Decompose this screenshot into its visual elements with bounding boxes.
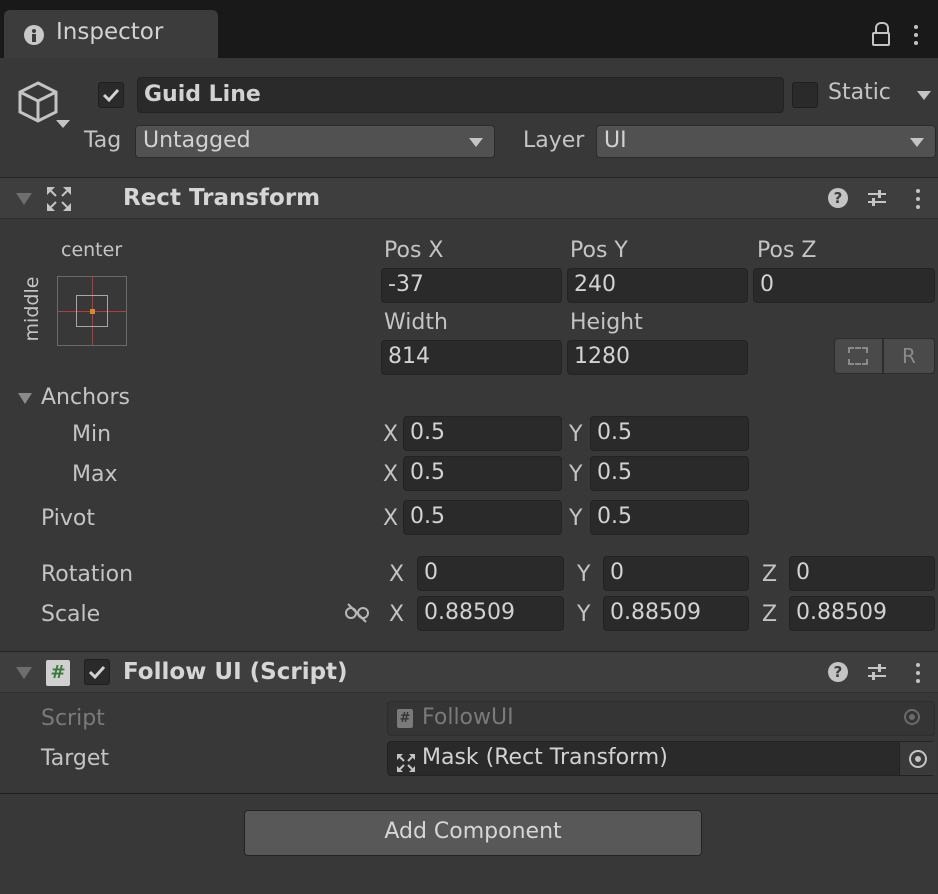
axis-z-label: Z — [762, 562, 778, 587]
blueprint-mode-button[interactable] — [834, 338, 883, 374]
raw-edit-button[interactable]: R — [883, 338, 935, 374]
scale-y-field[interactable]: 0.88509 — [603, 596, 749, 631]
axis-y-label: Y — [569, 462, 583, 487]
axis-x-label: X — [383, 462, 399, 487]
rect-transform-title: Rect Transform — [123, 185, 321, 211]
axis-x-label: X — [383, 422, 399, 447]
preset-icon[interactable] — [866, 661, 888, 683]
anchors-max-label: Max — [72, 462, 118, 487]
unlinked-chain-icon[interactable] — [344, 602, 370, 624]
axis-y-label: Y — [577, 562, 591, 587]
static-checkbox[interactable] — [792, 82, 818, 108]
script-value: FollowUI — [422, 705, 514, 730]
anchor-max-y-field[interactable]: 0.5 — [590, 456, 749, 491]
target-value: Mask (Rect Transform) — [422, 745, 668, 770]
chevron-down-icon — [469, 138, 483, 147]
anchors-label[interactable]: Anchors — [41, 385, 130, 410]
target-field[interactable]: Mask (Rect Transform) — [387, 741, 936, 776]
scale-label: Scale — [41, 602, 101, 627]
help-icon[interactable]: ? — [828, 188, 848, 208]
anchors-min-label: Min — [72, 422, 112, 447]
chevron-down-icon[interactable] — [56, 120, 70, 128]
static-label: Static — [828, 80, 891, 105]
blueprint-icon — [848, 347, 868, 365]
follow-ui-enabled-checkbox[interactable] — [84, 659, 110, 685]
object-picker-icon — [904, 709, 920, 725]
script-label: Script — [41, 706, 105, 731]
tag-label: Tag — [84, 128, 122, 153]
axis-z-label: Z — [762, 602, 778, 627]
anchor-max-x-field[interactable]: 0.5 — [403, 456, 562, 491]
tag-dropdown[interactable]: Untagged — [135, 125, 495, 158]
axis-y-label: Y — [569, 506, 583, 531]
follow-ui-title: Follow UI (Script) — [123, 659, 348, 685]
width-field[interactable]: 814 — [381, 340, 562, 375]
layer-dropdown[interactable]: UI — [596, 125, 936, 158]
pos-x-field[interactable]: -37 — [381, 268, 562, 303]
pos-x-label: Pos X — [384, 238, 444, 263]
tag-value: Untagged — [143, 128, 251, 153]
layer-value: UI — [604, 128, 627, 153]
gameobject-name-field[interactable]: Guid Line — [137, 77, 784, 113]
component-menu-icon[interactable] — [916, 189, 920, 213]
add-component-button[interactable]: Add Component — [244, 810, 702, 856]
script-icon: # — [46, 660, 70, 686]
foldout-arrow-icon[interactable] — [16, 667, 32, 679]
axis-y-label: Y — [577, 602, 591, 627]
gameobject-cube-icon[interactable] — [16, 80, 60, 124]
rotation-z-field[interactable]: 0 — [789, 556, 935, 591]
height-label: Height — [570, 310, 643, 335]
anchor-preset-button[interactable] — [57, 276, 127, 346]
anchor-min-y-field[interactable]: 0.5 — [590, 416, 749, 451]
pos-y-label: Pos Y — [570, 238, 628, 263]
object-picker-button[interactable] — [899, 742, 936, 775]
anchors-foldout-icon[interactable] — [18, 393, 32, 404]
foldout-arrow-icon[interactable] — [16, 193, 32, 205]
tab-title: Inspector — [56, 19, 164, 45]
height-field[interactable]: 1280 — [567, 340, 748, 375]
rotation-x-field[interactable]: 0 — [417, 556, 564, 591]
pivot-y-field[interactable]: 0.5 — [590, 500, 749, 535]
anchor-horizontal-label: center — [61, 239, 123, 261]
pos-y-field[interactable]: 240 — [567, 268, 748, 303]
active-checkbox[interactable] — [98, 82, 124, 108]
chevron-down-icon — [910, 138, 924, 147]
pivot-label: Pivot — [41, 506, 96, 531]
anchor-min-x-field[interactable]: 0.5 — [403, 416, 562, 451]
rect-transform-icon — [397, 750, 415, 772]
lock-icon[interactable] — [872, 22, 890, 46]
rotation-y-field[interactable]: 0 — [603, 556, 749, 591]
axis-y-label: Y — [569, 422, 583, 447]
object-picker-icon — [909, 750, 927, 768]
axis-x-label: X — [389, 562, 405, 587]
script-field: FollowUI # — [387, 701, 935, 736]
target-label: Target — [41, 746, 110, 771]
layer-label: Layer — [523, 128, 585, 153]
script-file-icon: # — [397, 709, 413, 728]
components-divider — [0, 793, 938, 794]
scale-x-field[interactable]: 0.88509 — [417, 596, 564, 631]
component-menu-icon[interactable] — [916, 663, 920, 687]
help-icon[interactable]: ? — [828, 662, 848, 682]
anchor-vertical-label: middle — [21, 276, 43, 342]
pos-z-label: Pos Z — [757, 238, 817, 263]
pivot-x-field[interactable]: 0.5 — [403, 500, 562, 535]
width-label: Width — [384, 310, 448, 335]
pos-z-field[interactable]: 0 — [753, 268, 935, 303]
rotation-label: Rotation — [41, 562, 134, 587]
axis-x-label: X — [383, 506, 399, 531]
preset-icon[interactable] — [866, 187, 888, 209]
static-dropdown-arrow[interactable] — [917, 91, 931, 100]
tab-menu-icon[interactable] — [914, 25, 918, 49]
scale-z-field[interactable]: 0.88509 — [789, 596, 935, 631]
rect-transform-icon — [46, 186, 72, 212]
info-icon — [24, 25, 44, 45]
axis-x-label: X — [389, 602, 405, 627]
